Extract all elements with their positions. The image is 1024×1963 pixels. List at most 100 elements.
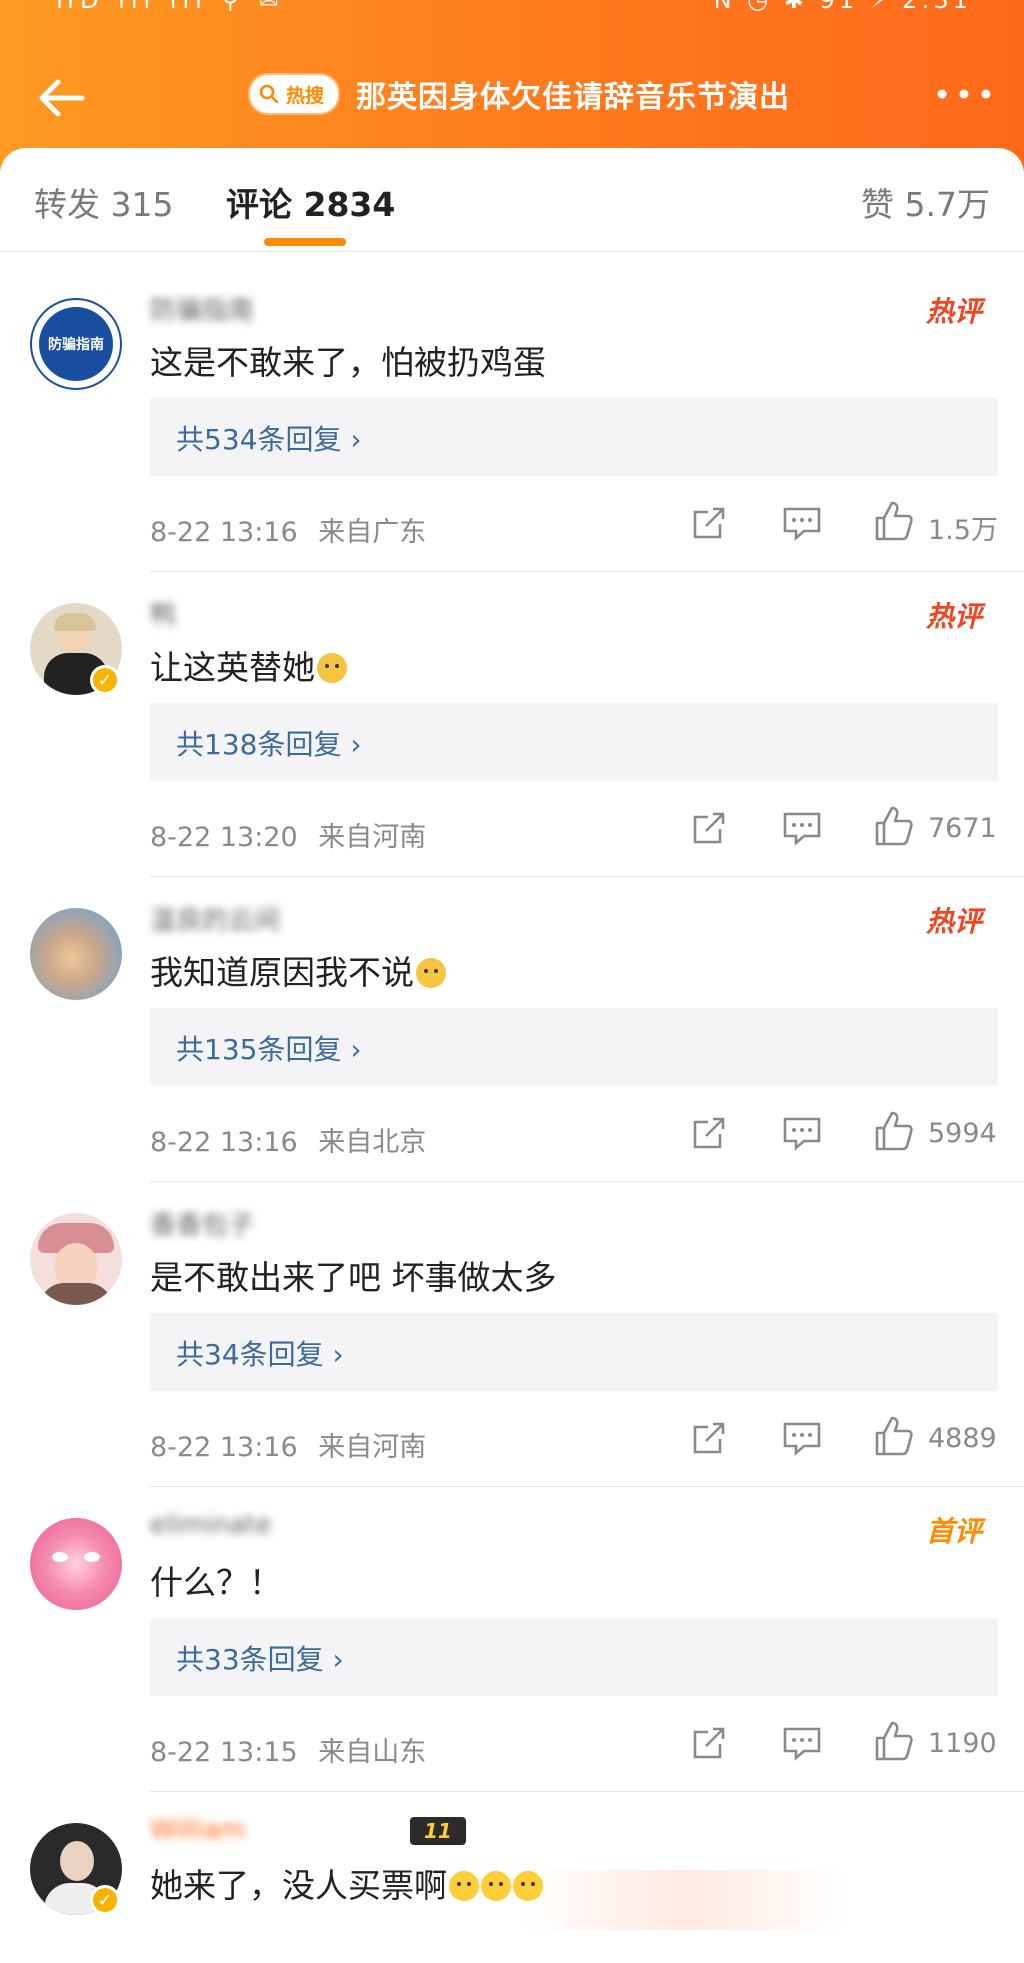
reply-icon[interactable] — [782, 1726, 822, 1762]
page-title: 那英因身体欠佳请辞音乐节演出 — [356, 80, 791, 115]
comment-text-value: 让这英替她 — [150, 648, 315, 687]
tab-reposts[interactable]: 转发 315 — [34, 178, 173, 226]
title-bar: 热搜 那英因身体欠佳请辞音乐节演出 — [250, 70, 790, 118]
like-icon[interactable] — [874, 1415, 914, 1457]
reply-icon[interactable] — [782, 1421, 822, 1457]
hot-search-badge[interactable]: 热搜 — [250, 75, 339, 113]
avatar-label: 防骗指南 — [48, 337, 104, 353]
replies-link[interactable]: 共135条回复 › — [150, 1008, 998, 1086]
verified-badge: ✓ — [90, 1885, 120, 1915]
active-tab-indicator — [264, 238, 346, 246]
laughing-emoji-icon — [513, 1871, 543, 1901]
reply-icon[interactable] — [782, 506, 822, 542]
comment-location: 来自广东 — [318, 517, 427, 548]
comment-text-value: 我知道原因我不说 — [150, 953, 414, 992]
username[interactable]: 防骗指南 — [150, 290, 254, 327]
laughing-emoji-icon — [481, 1871, 511, 1901]
avatar[interactable]: 防骗指南 — [30, 298, 122, 390]
username[interactable]: William — [150, 1815, 245, 1845]
comment-location: 来自河南 — [318, 1432, 427, 1463]
comment-text: 让这英替她 — [150, 641, 347, 689]
tab-likes[interactable]: 赞 5.7万 — [861, 178, 990, 226]
divider — [150, 1486, 1024, 1487]
comment-time: 8-22 13:15 — [150, 1737, 298, 1768]
replies-link[interactable]: 共138条回复 › — [150, 703, 998, 781]
avatar[interactable] — [30, 1518, 122, 1610]
replies-link[interactable]: 共33条回复 › — [150, 1618, 998, 1696]
comment-item: eliminate 首评 什么？！ 共33条回复 › 8-22 13:15 来自… — [0, 1488, 1024, 1793]
comment-time: 8-22 13:16 — [150, 517, 298, 548]
back-arrow-icon[interactable] — [34, 70, 90, 126]
more-options-icon[interactable] — [934, 82, 994, 106]
replies-link[interactable]: 共34条回复 › — [150, 1313, 998, 1391]
replies-count: 共33条回复 › — [176, 1643, 344, 1676]
doge-emoji-icon — [317, 653, 347, 683]
username[interactable]: 鸭 — [150, 595, 176, 632]
like-icon[interactable] — [874, 805, 914, 847]
divider — [150, 1791, 1024, 1792]
divider — [150, 876, 1024, 877]
avatar[interactable] — [30, 1213, 122, 1305]
like-count: 1.5万 — [928, 515, 998, 546]
comment-meta: 8-22 13:16 来自广东 — [150, 510, 438, 549]
tab-comments[interactable]: 评论 2834 — [226, 178, 395, 226]
replies-count: 共138条回复 › — [176, 728, 362, 761]
hot-comment-tag: 热评 — [925, 295, 982, 328]
reply-icon[interactable] — [782, 811, 822, 847]
repost-icon[interactable] — [690, 1724, 728, 1762]
first-comment-tag: 首评 — [925, 1515, 982, 1548]
comment-text: 我知道原因我不说 — [150, 946, 446, 994]
comment-location: 来自山东 — [318, 1737, 427, 1768]
username[interactable]: eliminate — [150, 1510, 272, 1540]
username[interactable]: 温良的云间 — [150, 900, 280, 937]
like-icon[interactable] — [874, 1720, 914, 1762]
like-count: 5994 — [928, 1118, 997, 1149]
like-count: 1190 — [928, 1728, 997, 1759]
like-icon[interactable] — [874, 1110, 914, 1152]
comment-item: ✓ William 11 她来了，没人买票啊 — [0, 1793, 1024, 1963]
comment-item: 防骗指南 防骗指南 热评 这是不敢来了，怕被扔鸡蛋 共534条回复 › 8-22… — [0, 268, 1024, 573]
divider — [150, 1181, 1024, 1182]
comment-item: 温良的云间 热评 我知道原因我不说 共135条回复 › 8-22 13:16 来… — [0, 878, 1024, 1183]
comment-meta: 8-22 13:15 来自山东 — [150, 1730, 438, 1769]
hot-badge-label: 热搜 — [286, 84, 325, 107]
status-right: N ◷ ✱ 91 ⚡ 2:31 — [713, 0, 972, 14]
hot-comment-tag: 热评 — [925, 905, 982, 938]
comment-item: ✓ 鸭 热评 让这英替她 共138条回复 › 8-22 13:20 来自河南 7… — [0, 573, 1024, 878]
comment-meta: 8-22 13:16 来自北京 — [150, 1120, 438, 1159]
avatar[interactable] — [30, 908, 122, 1000]
comment-location: 来自北京 — [318, 1127, 427, 1158]
tab-bar: 转发 315 评论 2834 赞 5.7万 — [0, 148, 1024, 252]
comment-location: 来自河南 — [318, 822, 427, 853]
status-bar: HD ıll ıll ⚲ ✉ N ◷ ✱ 91 ⚡ 2:31 — [0, 0, 1024, 30]
repost-icon[interactable] — [690, 809, 728, 847]
hot-comment-tag: 热评 — [925, 600, 982, 633]
replies-count: 共135条回复 › — [176, 1033, 362, 1066]
level-badge: 11 — [410, 1817, 466, 1845]
like-icon[interactable] — [874, 500, 914, 542]
comment-time: 8-22 13:20 — [150, 822, 298, 853]
username[interactable]: 香香包子 — [150, 1205, 254, 1242]
status-left: HD ıll ıll ⚲ ✉ — [56, 0, 285, 14]
divider — [150, 571, 1024, 572]
replies-count: 共34条回复 › — [176, 1338, 344, 1371]
comment-time: 8-22 13:16 — [150, 1127, 298, 1158]
verified-badge: ✓ — [90, 665, 120, 695]
comment-item: 香香包子 是不敢出来了吧 坏事做太多 共34条回复 › 8-22 13:16 来… — [0, 1183, 1024, 1488]
repost-icon[interactable] — [690, 1419, 728, 1457]
comment-text: 什么？！ — [150, 1563, 282, 1602]
reply-icon[interactable] — [782, 1116, 822, 1152]
search-icon — [259, 84, 279, 104]
repost-icon[interactable] — [690, 1114, 728, 1152]
doge-emoji-icon — [416, 958, 446, 988]
replies-link[interactable]: 共534条回复 › — [150, 398, 998, 476]
comment-text: 是不敢出来了吧 坏事做太多 — [150, 1258, 557, 1297]
comment-meta: 8-22 13:16 来自河南 — [150, 1425, 438, 1464]
replies-count: 共534条回复 › — [176, 423, 362, 456]
comment-text-value: 她来了，没人买票啊 — [150, 1866, 447, 1905]
like-count: 4889 — [928, 1423, 997, 1454]
comment-text: 这是不敢来了，怕被扔鸡蛋 — [150, 343, 546, 382]
laughing-emoji-icon — [449, 1871, 479, 1901]
repost-icon[interactable] — [690, 504, 728, 542]
comment-text: 她来了，没人买票啊 — [150, 1859, 543, 1907]
